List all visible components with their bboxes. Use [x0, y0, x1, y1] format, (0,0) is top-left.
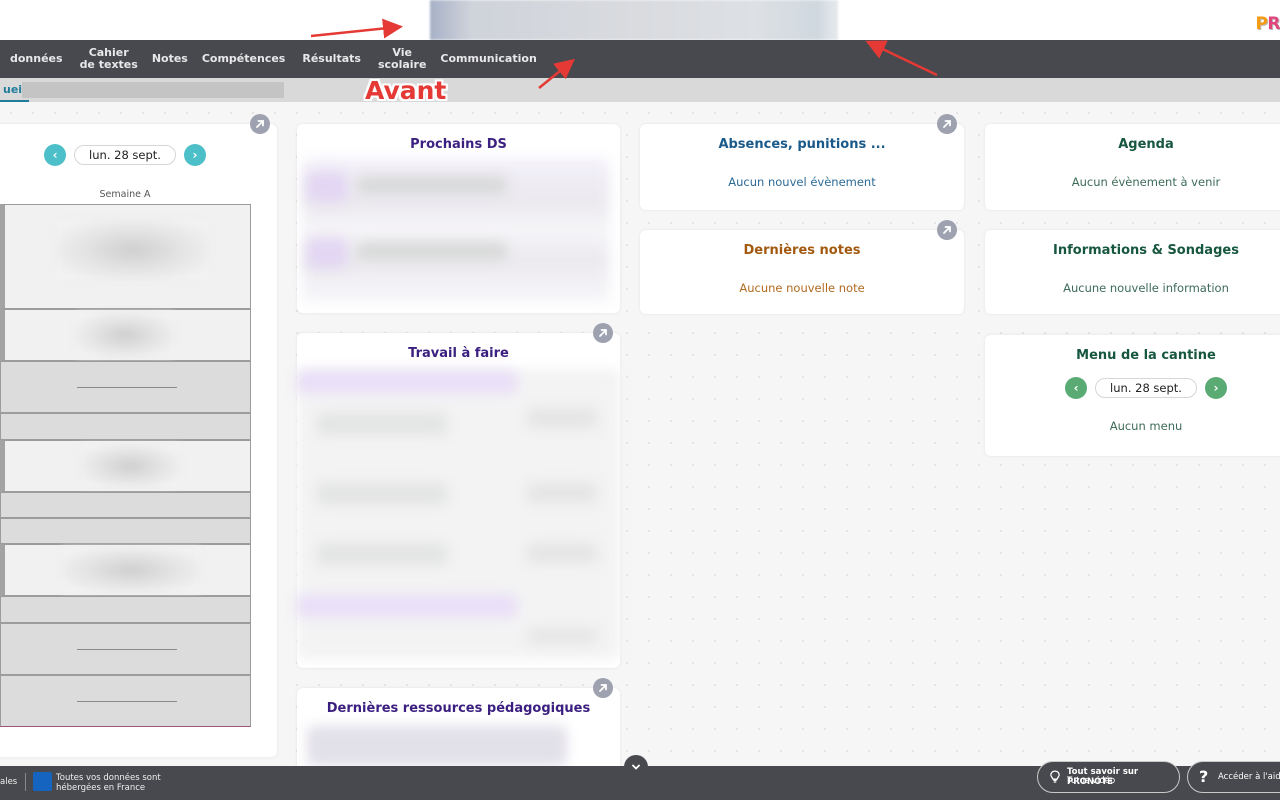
timetable-free-slot	[0, 413, 251, 440]
widget-title: Travail à faire	[408, 346, 509, 361]
redacted-resource-list	[307, 726, 567, 766]
notes-expand-button[interactable]	[937, 220, 957, 240]
nav-item-donnees[interactable]: données	[3, 53, 70, 65]
ressources-widget: Dernières ressources pédagogiques	[297, 688, 620, 778]
nav-item-cahier-de-textes[interactable]: Cahier de textes	[70, 47, 145, 71]
hosting-info: Toutes vos données sont hébergées en Fra…	[56, 773, 161, 793]
timetable-free-slot	[0, 361, 251, 413]
redacted-homework-header	[297, 371, 517, 393]
help-button[interactable]: ? Accéder à l'aide	[1187, 761, 1280, 793]
redacted-ds-item	[307, 172, 347, 202]
expand-arrow-icon	[256, 120, 264, 128]
timetable-expand-button[interactable]	[250, 114, 270, 134]
redacted-course-info	[75, 312, 175, 358]
timetable-course-slot[interactable]	[0, 204, 251, 309]
main-nav: données Cahier de textes Notes Compétence…	[0, 40, 1280, 78]
widget-empty-message: Aucun nouvel évènement	[728, 175, 876, 189]
expand-arrow-icon	[943, 120, 951, 128]
timetable-free-slot	[0, 596, 251, 623]
timetable-free-slot	[0, 623, 251, 675]
widget-title: Menu de la cantine	[1076, 348, 1216, 363]
tutos-video-button[interactable]: Tout savoir sur PRONOTE Tutos vidéo	[1037, 761, 1180, 793]
redacted-course-info	[55, 219, 210, 281]
redacted-homework-item	[527, 483, 597, 503]
timetable-free-slot	[0, 492, 251, 518]
collapse-footer-button[interactable]	[624, 755, 648, 779]
redacted-ds-item	[307, 238, 347, 268]
expand-arrow-icon	[599, 684, 607, 692]
france-hosting-icon	[33, 772, 52, 791]
timetable-course-slot[interactable]	[0, 440, 251, 492]
tab-bar: ueil	[0, 78, 1280, 102]
widget-empty-message: Aucun menu	[1109, 419, 1183, 433]
redacted-homework-item	[527, 628, 597, 644]
ressources-expand-button[interactable]	[593, 678, 613, 698]
widget-empty-message: Aucun évènement à venir	[1071, 175, 1221, 189]
timetable-next-day-button[interactable]: ›	[183, 144, 206, 166]
timetable-free-slot	[0, 518, 251, 544]
widget-empty-message: Aucune nouvelle note	[739, 281, 865, 295]
timetable-course-slot[interactable]	[0, 544, 251, 596]
agenda-widget: Agenda Aucun évènement à venir	[985, 124, 1280, 210]
redacted-course-info	[80, 444, 180, 488]
cantine-date-nav: ‹ lun. 28 sept. ›	[985, 377, 1280, 399]
menu-cantine-widget: Menu de la cantine ‹ lun. 28 sept. › Auc…	[985, 335, 1280, 456]
legal-link[interactable]: ales	[0, 777, 17, 787]
redacted-banner	[430, 0, 838, 40]
cantine-prev-day-button[interactable]: ‹	[1065, 377, 1088, 399]
timetable-prev-day-button[interactable]: ‹	[44, 144, 67, 166]
widget-empty-message: Aucune nouvelle information	[1063, 281, 1229, 295]
help-icon: ?	[1199, 767, 1209, 786]
nav-item-competences[interactable]: Compétences	[195, 53, 293, 65]
travail-a-faire-widget: Travail à faire	[297, 333, 620, 668]
timetable-date-field[interactable]: lun. 28 sept.	[74, 145, 176, 165]
widget-title: Dernières ressources pédagogiques	[326, 701, 591, 716]
lightbulb-icon	[1050, 770, 1060, 783]
free-slot-line	[77, 649, 177, 650]
cantine-date-field[interactable]: lun. 28 sept.	[1095, 378, 1197, 398]
expand-arrow-icon	[599, 329, 607, 337]
nav-item-resultats[interactable]: Résultats	[292, 53, 368, 65]
redacted-breadcrumb	[22, 82, 284, 98]
annotation-avant-label: Avant	[365, 76, 447, 105]
footer-separator	[25, 773, 26, 791]
widget-title: Dernières notes	[743, 243, 861, 258]
dernieres-notes-widget: Dernières notes Aucune nouvelle note	[640, 230, 964, 314]
help-label: Accéder à l'aide	[1218, 772, 1280, 782]
nav-item-communication[interactable]: Communication	[433, 53, 543, 65]
redacted-homework-item	[527, 408, 597, 428]
free-slot-line	[77, 701, 177, 702]
timetable-course-slot[interactable]	[0, 309, 251, 361]
informations-sondages-widget: Informations & Sondages Aucune nouvelle …	[985, 230, 1280, 314]
redacted-homework-header	[297, 595, 517, 617]
expand-arrow-icon	[943, 226, 951, 234]
top-header: PR	[0, 0, 1280, 40]
tutos-subtitle: Tutos vidéo	[1067, 776, 1116, 786]
redacted-ds-item	[357, 176, 507, 194]
travail-expand-button[interactable]	[593, 323, 613, 343]
nav-item-notes[interactable]: Notes	[145, 53, 195, 65]
nav-item-vie-scolaire[interactable]: Vie scolaire	[368, 47, 433, 71]
brand-logo[interactable]: PR	[1255, 14, 1280, 34]
free-slot-line	[77, 387, 177, 388]
prochains-ds-widget: Prochains DS	[297, 124, 620, 313]
redacted-homework-item	[527, 543, 597, 563]
widget-title: Prochains DS	[410, 137, 507, 152]
timetable-date-nav: ‹ lun. 28 sept. ›	[35, 144, 215, 166]
widget-title: Agenda	[1118, 137, 1174, 152]
absences-widget: Absences, punitions ... Aucun nouvel évè…	[640, 124, 964, 210]
absences-expand-button[interactable]	[937, 114, 957, 134]
redacted-homework-item	[317, 483, 447, 505]
week-label: Semaine A	[99, 189, 151, 200]
cantine-next-day-button[interactable]: ›	[1204, 377, 1227, 399]
redacted-homework-item	[317, 413, 447, 435]
redacted-ds-item	[357, 242, 507, 260]
chevron-down-icon	[632, 764, 640, 770]
timetable-free-slot	[0, 675, 251, 727]
redacted-course-info	[61, 547, 201, 593]
widget-title: Informations & Sondages	[1053, 243, 1239, 258]
redacted-homework-item	[317, 543, 447, 565]
widget-title: Absences, punitions ...	[718, 137, 886, 152]
